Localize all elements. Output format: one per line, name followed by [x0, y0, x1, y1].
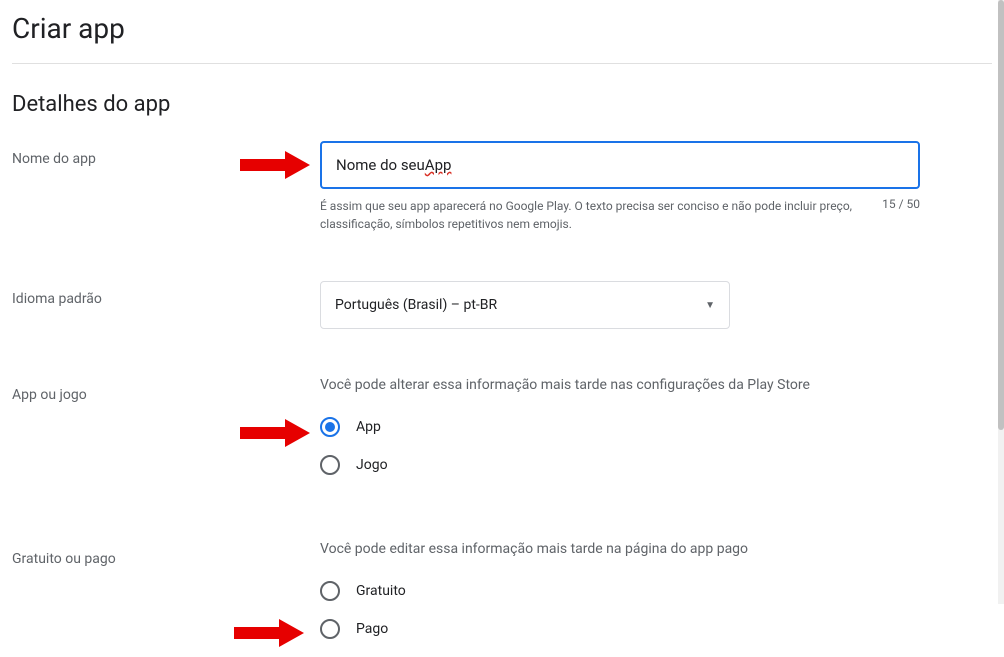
scrollbar[interactable] — [998, 0, 1004, 604]
language-value: Português (Brasil) – pt-BR — [335, 297, 497, 313]
dropdown-icon: ▼ — [705, 300, 715, 311]
arrow-annotation-icon — [240, 419, 310, 447]
scrollbar-thumb[interactable] — [998, 0, 1004, 430]
app-name-value-prefix: Nome do seu — [336, 156, 425, 174]
app-name-row: Nome do app Nome do seu App É assim que … — [12, 141, 992, 233]
radio-paid[interactable]: Pago — [320, 619, 920, 639]
radio-free-label: Gratuito — [356, 583, 406, 599]
app-or-game-label: App ou jogo — [12, 377, 320, 403]
radio-free[interactable]: Gratuito — [320, 581, 920, 601]
language-select[interactable]: Português (Brasil) – pt-BR ▼ — [320, 281, 730, 329]
section-title: Detalhes do app — [12, 92, 992, 117]
app-or-game-info: Você pode alterar essa informação mais t… — [320, 377, 920, 393]
app-name-value-underlined: App — [425, 156, 452, 174]
app-name-char-count: 15 / 50 — [882, 197, 920, 233]
radio-paid-label: Pago — [356, 621, 388, 637]
page-title: Criar app — [12, 0, 992, 64]
language-label: Idioma padrão — [12, 281, 320, 307]
app-name-input[interactable]: Nome do seu App — [320, 141, 920, 189]
radio-game-label: Jogo — [356, 457, 388, 473]
radio-unselected-icon — [320, 455, 340, 475]
free-or-paid-label: Gratuito ou pago — [12, 541, 320, 567]
radio-selected-icon — [320, 417, 340, 437]
radio-app-label: App — [356, 419, 381, 435]
free-or-paid-row: Gratuito ou pago Você pode editar essa i… — [12, 541, 992, 657]
radio-app[interactable]: App — [320, 417, 920, 437]
radio-unselected-icon — [320, 581, 340, 601]
free-or-paid-info: Você pode editar essa informação mais ta… — [320, 541, 920, 557]
radio-game[interactable]: Jogo — [320, 455, 920, 475]
radio-unselected-icon — [320, 619, 340, 639]
app-name-helper: É assim que seu app aparecerá no Google … — [320, 197, 882, 233]
arrow-annotation-icon — [240, 151, 310, 179]
arrow-annotation-icon — [234, 619, 304, 647]
language-row: Idioma padrão Português (Brasil) – pt-BR… — [12, 281, 992, 329]
app-or-game-row: App ou jogo Você pode alterar essa infor… — [12, 377, 992, 493]
